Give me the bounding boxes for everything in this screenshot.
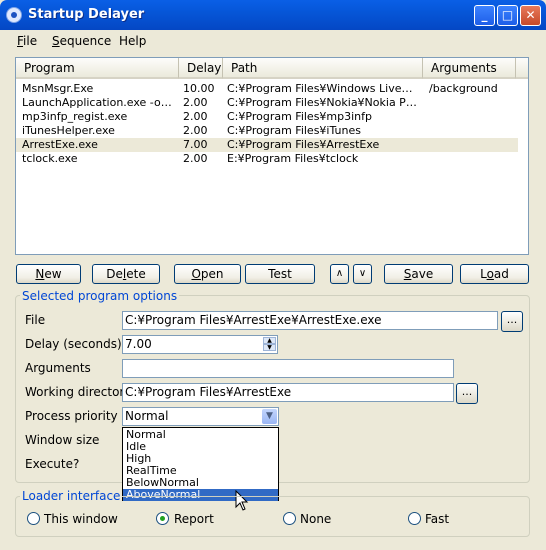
delay-value: 7.00 <box>125 337 152 351</box>
file-path-field[interactable]: C:¥Program Files¥ArrestExe¥ArrestExe.exe <box>122 311 498 330</box>
radio-report[interactable] <box>156 512 169 525</box>
working-directory-field[interactable]: C:¥Program Files¥ArrestExe <box>122 383 454 402</box>
table-row[interactable]: mp3infp_regist.exe 2.00 C:¥Program Files… <box>16 110 518 124</box>
cell-path: C:¥Program Files¥Windows Live¥Mes... <box>227 82 419 95</box>
window-title: Startup Delayer <box>28 7 145 22</box>
radio-label-report: Report <box>174 512 214 526</box>
cell-program: ArrestExe.exe <box>22 138 98 151</box>
cell-delay: 2.00 <box>183 124 208 137</box>
priority-option-normal[interactable]: Normal <box>123 429 278 441</box>
execute-label: Execute? <box>25 457 80 471</box>
cell-path: C:¥Program Files¥iTunes <box>227 124 361 137</box>
column-header-path[interactable]: Path <box>223 58 423 79</box>
chevron-down-icon[interactable]: ▼ <box>262 409 277 424</box>
cell-delay: 7.00 <box>183 138 208 151</box>
new-button[interactable]: New <box>16 264 81 284</box>
radio-label-none: None <box>300 512 332 526</box>
cell-delay: 2.00 <box>183 110 208 123</box>
delay-label: Delay (seconds) <box>25 337 122 351</box>
delay-spinner[interactable]: 7.00 ▲ ▼ <box>122 335 278 354</box>
load-button[interactable]: Load <box>460 264 529 284</box>
group-legend-loader: Loader interface <box>20 489 123 503</box>
close-button[interactable]: ✕ <box>520 5 541 26</box>
priority-dropdown-list[interactable]: Normal Idle High RealTime BelowNormal Ab… <box>122 427 279 501</box>
radio-fast[interactable] <box>408 512 421 525</box>
cell-delay: 10.00 <box>183 82 215 95</box>
cell-path: C:¥Program Files¥Nokia¥Nokia PC S... <box>227 96 419 109</box>
window-size-label: Window size <box>25 433 100 447</box>
cell-program: LaunchApplication.exe -onlytray <box>22 96 177 109</box>
table-row[interactable]: LaunchApplication.exe -onlytray 2.00 C:¥… <box>16 96 518 110</box>
minimize-button[interactable]: _ <box>474 5 495 26</box>
cell-program: mp3infp_regist.exe <box>22 110 128 123</box>
move-up-button[interactable]: ∧ <box>330 264 349 284</box>
process-priority-label: Process priority <box>25 409 118 423</box>
menu-file[interactable]: File <box>17 34 37 48</box>
delete-button[interactable]: Delete <box>92 264 160 284</box>
save-button[interactable]: Save <box>384 264 453 284</box>
column-header-filler <box>516 58 528 79</box>
radio-none[interactable] <box>283 512 296 525</box>
cell-path: C:¥Program Files¥ArrestExe <box>227 138 380 151</box>
radio-this-window[interactable] <box>27 512 40 525</box>
cell-program: MsnMsgr.Exe <box>22 82 94 95</box>
spin-down-icon[interactable]: ▼ <box>263 344 276 351</box>
table-row[interactable]: MsnMsgr.Exe 10.00 C:¥Program Files¥Windo… <box>16 82 518 96</box>
cell-arguments: /background <box>429 82 498 95</box>
column-header-program[interactable]: Program <box>16 58 179 79</box>
move-down-button[interactable]: ∨ <box>353 264 372 284</box>
column-header-arguments[interactable]: Arguments <box>423 58 516 79</box>
column-header-delay[interactable]: Delay <box>179 58 223 79</box>
radio-label-this-window: This window <box>44 512 118 526</box>
working-directory-label: Working directory <box>25 385 132 399</box>
radio-label-fast: Fast <box>425 512 450 526</box>
group-legend-options: Selected program options <box>20 289 180 303</box>
cell-program: iTunesHelper.exe <box>22 124 115 137</box>
table-row[interactable]: iTunesHelper.exe 2.00 C:¥Program Files¥i… <box>16 124 518 138</box>
cell-path: C:¥Program Files¥mp3infp <box>227 110 373 123</box>
browse-directory-button[interactable]: ... <box>456 383 478 404</box>
test-button[interactable]: Test <box>245 264 315 284</box>
program-list[interactable]: Program Delay Path Arguments MsnMsgr.Exe… <box>15 57 529 255</box>
spin-up-icon[interactable]: ▲ <box>263 337 276 344</box>
menu-help[interactable]: Help <box>119 34 146 48</box>
priority-selected-value: Normal <box>125 409 169 423</box>
app-icon[interactable] <box>6 7 22 23</box>
table-row-selected[interactable]: ArrestExe.exe 7.00 C:¥Program Files¥Arre… <box>16 138 518 152</box>
cell-delay: 2.00 <box>183 96 208 109</box>
cell-program: tclock.exe <box>22 152 78 165</box>
cell-path: E:¥Program Files¥tclock <box>227 152 359 165</box>
open-button[interactable]: Open <box>174 264 241 284</box>
process-priority-select[interactable]: Normal ▼ <box>122 407 279 426</box>
browse-file-button[interactable]: ... <box>501 311 523 332</box>
cell-delay: 2.00 <box>183 152 208 165</box>
arguments-field[interactable] <box>122 359 454 378</box>
maximize-button[interactable]: □ <box>497 5 518 26</box>
arguments-label: Arguments <box>25 361 91 375</box>
table-row[interactable]: tclock.exe 2.00 E:¥Program Files¥tclock <box>16 152 518 166</box>
menu-sequence[interactable]: Sequence <box>52 34 111 48</box>
file-label: File <box>25 313 46 327</box>
